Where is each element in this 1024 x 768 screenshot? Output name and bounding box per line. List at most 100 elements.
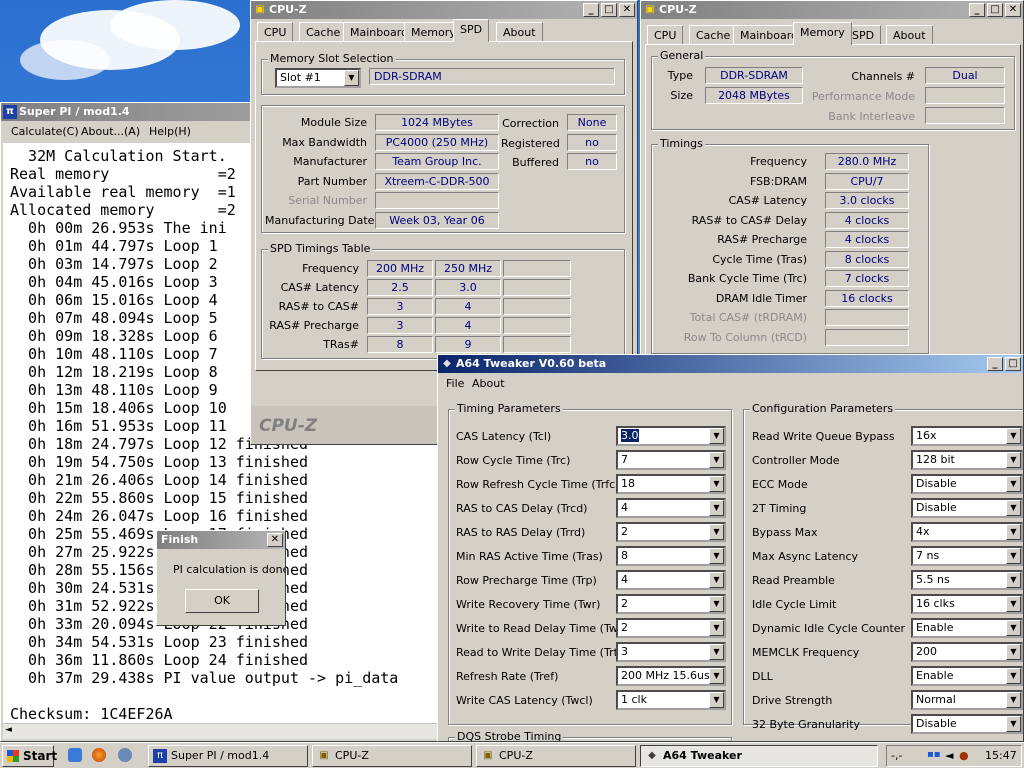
- cpuz-memory-titlebar[interactable]: ▣ CPU-Z _ □ ✕: [641, 1, 1023, 19]
- chevron-down-icon[interactable]: ▼: [1006, 476, 1021, 492]
- taskbar-item-superpi[interactable]: π Super PI / mod1.4: [148, 745, 308, 767]
- timing-parameter-select[interactable]: 2 ▼: [616, 522, 726, 542]
- chevron-down-icon[interactable]: ▼: [709, 428, 724, 444]
- tray-app-icon[interactable]: ●: [959, 749, 969, 762]
- timing-parameter-select[interactable]: 1 clk ▼: [616, 690, 726, 710]
- messenger-icon[interactable]: [118, 748, 132, 762]
- tab-cache[interactable]: Cache: [689, 25, 738, 45]
- chevron-down-icon[interactable]: ▼: [1006, 572, 1021, 588]
- config-parameter-label: 2T Timing: [752, 502, 807, 515]
- tab-cache[interactable]: Cache: [299, 22, 348, 42]
- menu-file[interactable]: File: [446, 377, 464, 390]
- chevron-down-icon[interactable]: ▼: [1006, 716, 1021, 732]
- config-parameter-select[interactable]: Disable ▼: [911, 498, 1023, 518]
- close-button[interactable]: ✕: [1005, 3, 1021, 17]
- chevron-down-icon[interactable]: ▼: [709, 452, 724, 468]
- tab-about[interactable]: About: [496, 22, 543, 42]
- config-parameter-select[interactable]: 200 ▼: [911, 642, 1023, 662]
- chevron-down-icon[interactable]: ▼: [1006, 524, 1021, 540]
- timing-parameter-select[interactable]: 8 ▼: [616, 546, 726, 566]
- minimize-button[interactable]: _: [987, 357, 1003, 371]
- start-button[interactable]: Start: [2, 745, 57, 767]
- chevron-down-icon[interactable]: ▼: [344, 70, 359, 86]
- module-row-value: Xtreem-C-DDR-500: [375, 172, 499, 190]
- horizontal-scrollbar[interactable]: ◄: [3, 723, 447, 739]
- config-parameter-select[interactable]: Disable ▼: [911, 714, 1023, 734]
- timing-parameter-label: Row Cycle Time (Trc): [456, 454, 571, 467]
- menu-about[interactable]: About...(A): [81, 125, 140, 138]
- chevron-down-icon[interactable]: ▼: [709, 644, 724, 660]
- taskbar-item-cpuz-1[interactable]: ▣ CPU-Z: [312, 745, 472, 767]
- timing-parameter-select[interactable]: 4 ▼: [616, 498, 726, 518]
- tab-spd[interactable]: SPD: [453, 19, 490, 42]
- volume-icon[interactable]: ◄: [945, 749, 953, 762]
- config-parameter-select[interactable]: Enable ▼: [911, 618, 1023, 638]
- timing-parameter-select[interactable]: 2 ▼: [616, 618, 726, 638]
- chevron-down-icon[interactable]: ▼: [709, 572, 724, 588]
- maximize-button[interactable]: □: [987, 3, 1003, 17]
- configuration-parameters-label: Configuration Parameters: [750, 402, 896, 415]
- config-parameter-label: Read Write Queue Bypass: [752, 430, 895, 443]
- chevron-down-icon[interactable]: ▼: [709, 596, 724, 612]
- chevron-down-icon[interactable]: ▼: [1006, 428, 1021, 444]
- menu-about[interactable]: About: [472, 377, 505, 390]
- timing-parameter-select[interactable]: 2 ▼: [616, 594, 726, 614]
- module-row-value: PC4000 (250 MHz): [375, 133, 499, 151]
- config-parameter-select[interactable]: Disable ▼: [911, 474, 1023, 494]
- tab-memory[interactable]: Memory: [793, 22, 852, 45]
- timing-parameter-select[interactable]: 200 MHz 15.6us ▼: [616, 666, 726, 686]
- taskbar-item-cpuz-2[interactable]: ▣ CPU-Z: [476, 745, 636, 767]
- chevron-down-icon[interactable]: ▼: [1006, 548, 1021, 564]
- cpuz-spd-titlebar[interactable]: ▣ CPU-Z _ □ ✕: [251, 1, 637, 19]
- slot-select[interactable]: Slot #1 ▼: [275, 68, 361, 88]
- timing-parameter-select[interactable]: 7 ▼: [616, 450, 726, 470]
- chevron-down-icon[interactable]: ▼: [1006, 668, 1021, 684]
- chevron-down-icon[interactable]: ▼: [1006, 452, 1021, 468]
- config-parameter-select[interactable]: 5.5 ns ▼: [911, 570, 1023, 590]
- chevron-down-icon[interactable]: ▼: [1006, 644, 1021, 660]
- chevron-down-icon[interactable]: ▼: [709, 476, 724, 492]
- minimize-button[interactable]: _: [969, 3, 985, 17]
- tab-cpu[interactable]: CPU: [647, 25, 684, 45]
- firefox-icon[interactable]: [92, 748, 106, 762]
- chevron-down-icon[interactable]: ▼: [709, 692, 724, 708]
- config-parameter-select[interactable]: 16 clks ▼: [911, 594, 1023, 614]
- a64-titlebar[interactable]: ◆ A64 Tweaker V0.60 beta _ □: [438, 355, 1023, 373]
- show-desktop-icon[interactable]: [68, 748, 82, 762]
- chevron-down-icon[interactable]: ▼: [709, 620, 724, 636]
- config-parameter-select[interactable]: Normal ▼: [911, 690, 1023, 710]
- network-icon[interactable]: ▪▪: [927, 749, 941, 760]
- close-button[interactable]: ✕: [619, 3, 635, 17]
- chevron-down-icon[interactable]: ▼: [1006, 692, 1021, 708]
- chevron-down-icon[interactable]: ▼: [709, 500, 724, 516]
- minimize-button[interactable]: _: [583, 3, 599, 17]
- config-parameter-select[interactable]: 4x ▼: [911, 522, 1023, 542]
- maximize-button[interactable]: □: [601, 3, 617, 17]
- maximize-button[interactable]: □: [1005, 357, 1021, 371]
- menu-calculate[interactable]: Calculate(C): [11, 125, 79, 138]
- config-parameter-select[interactable]: 128 bit ▼: [911, 450, 1023, 470]
- timing-parameter-select[interactable]: 18 ▼: [616, 474, 726, 494]
- finish-titlebar[interactable]: Finish ✕: [157, 531, 285, 549]
- config-parameter-select[interactable]: Enable ▼: [911, 666, 1023, 686]
- ok-button[interactable]: OK: [185, 589, 259, 613]
- tab-cpu[interactable]: CPU: [257, 22, 294, 42]
- taskbar-item-a64tweaker[interactable]: ◆ A64 Tweaker: [640, 745, 878, 767]
- config-parameter-select-value: Enable: [916, 621, 954, 634]
- scroll-left-icon[interactable]: ◄: [5, 725, 12, 735]
- chevron-down-icon[interactable]: ▼: [1006, 596, 1021, 612]
- config-parameter-select[interactable]: 16x ▼: [911, 426, 1023, 446]
- chevron-down-icon[interactable]: ▼: [709, 668, 724, 684]
- menu-help[interactable]: Help(H): [149, 125, 191, 138]
- chevron-down-icon[interactable]: ▼: [1006, 620, 1021, 636]
- tab-about[interactable]: About: [886, 25, 933, 45]
- timing-parameter-select[interactable]: 3.0 ▼: [616, 426, 726, 446]
- chevron-down-icon[interactable]: ▼: [709, 548, 724, 564]
- close-button[interactable]: ✕: [267, 533, 283, 547]
- chevron-down-icon[interactable]: ▼: [709, 524, 724, 540]
- timing-parameter-select[interactable]: 3 ▼: [616, 642, 726, 662]
- config-parameter-select[interactable]: 7 ns ▼: [911, 546, 1023, 566]
- timing-parameter-label: Write CAS Latency (Twcl): [456, 694, 593, 707]
- timing-parameter-select[interactable]: 4 ▼: [616, 570, 726, 590]
- chevron-down-icon[interactable]: ▼: [1006, 500, 1021, 516]
